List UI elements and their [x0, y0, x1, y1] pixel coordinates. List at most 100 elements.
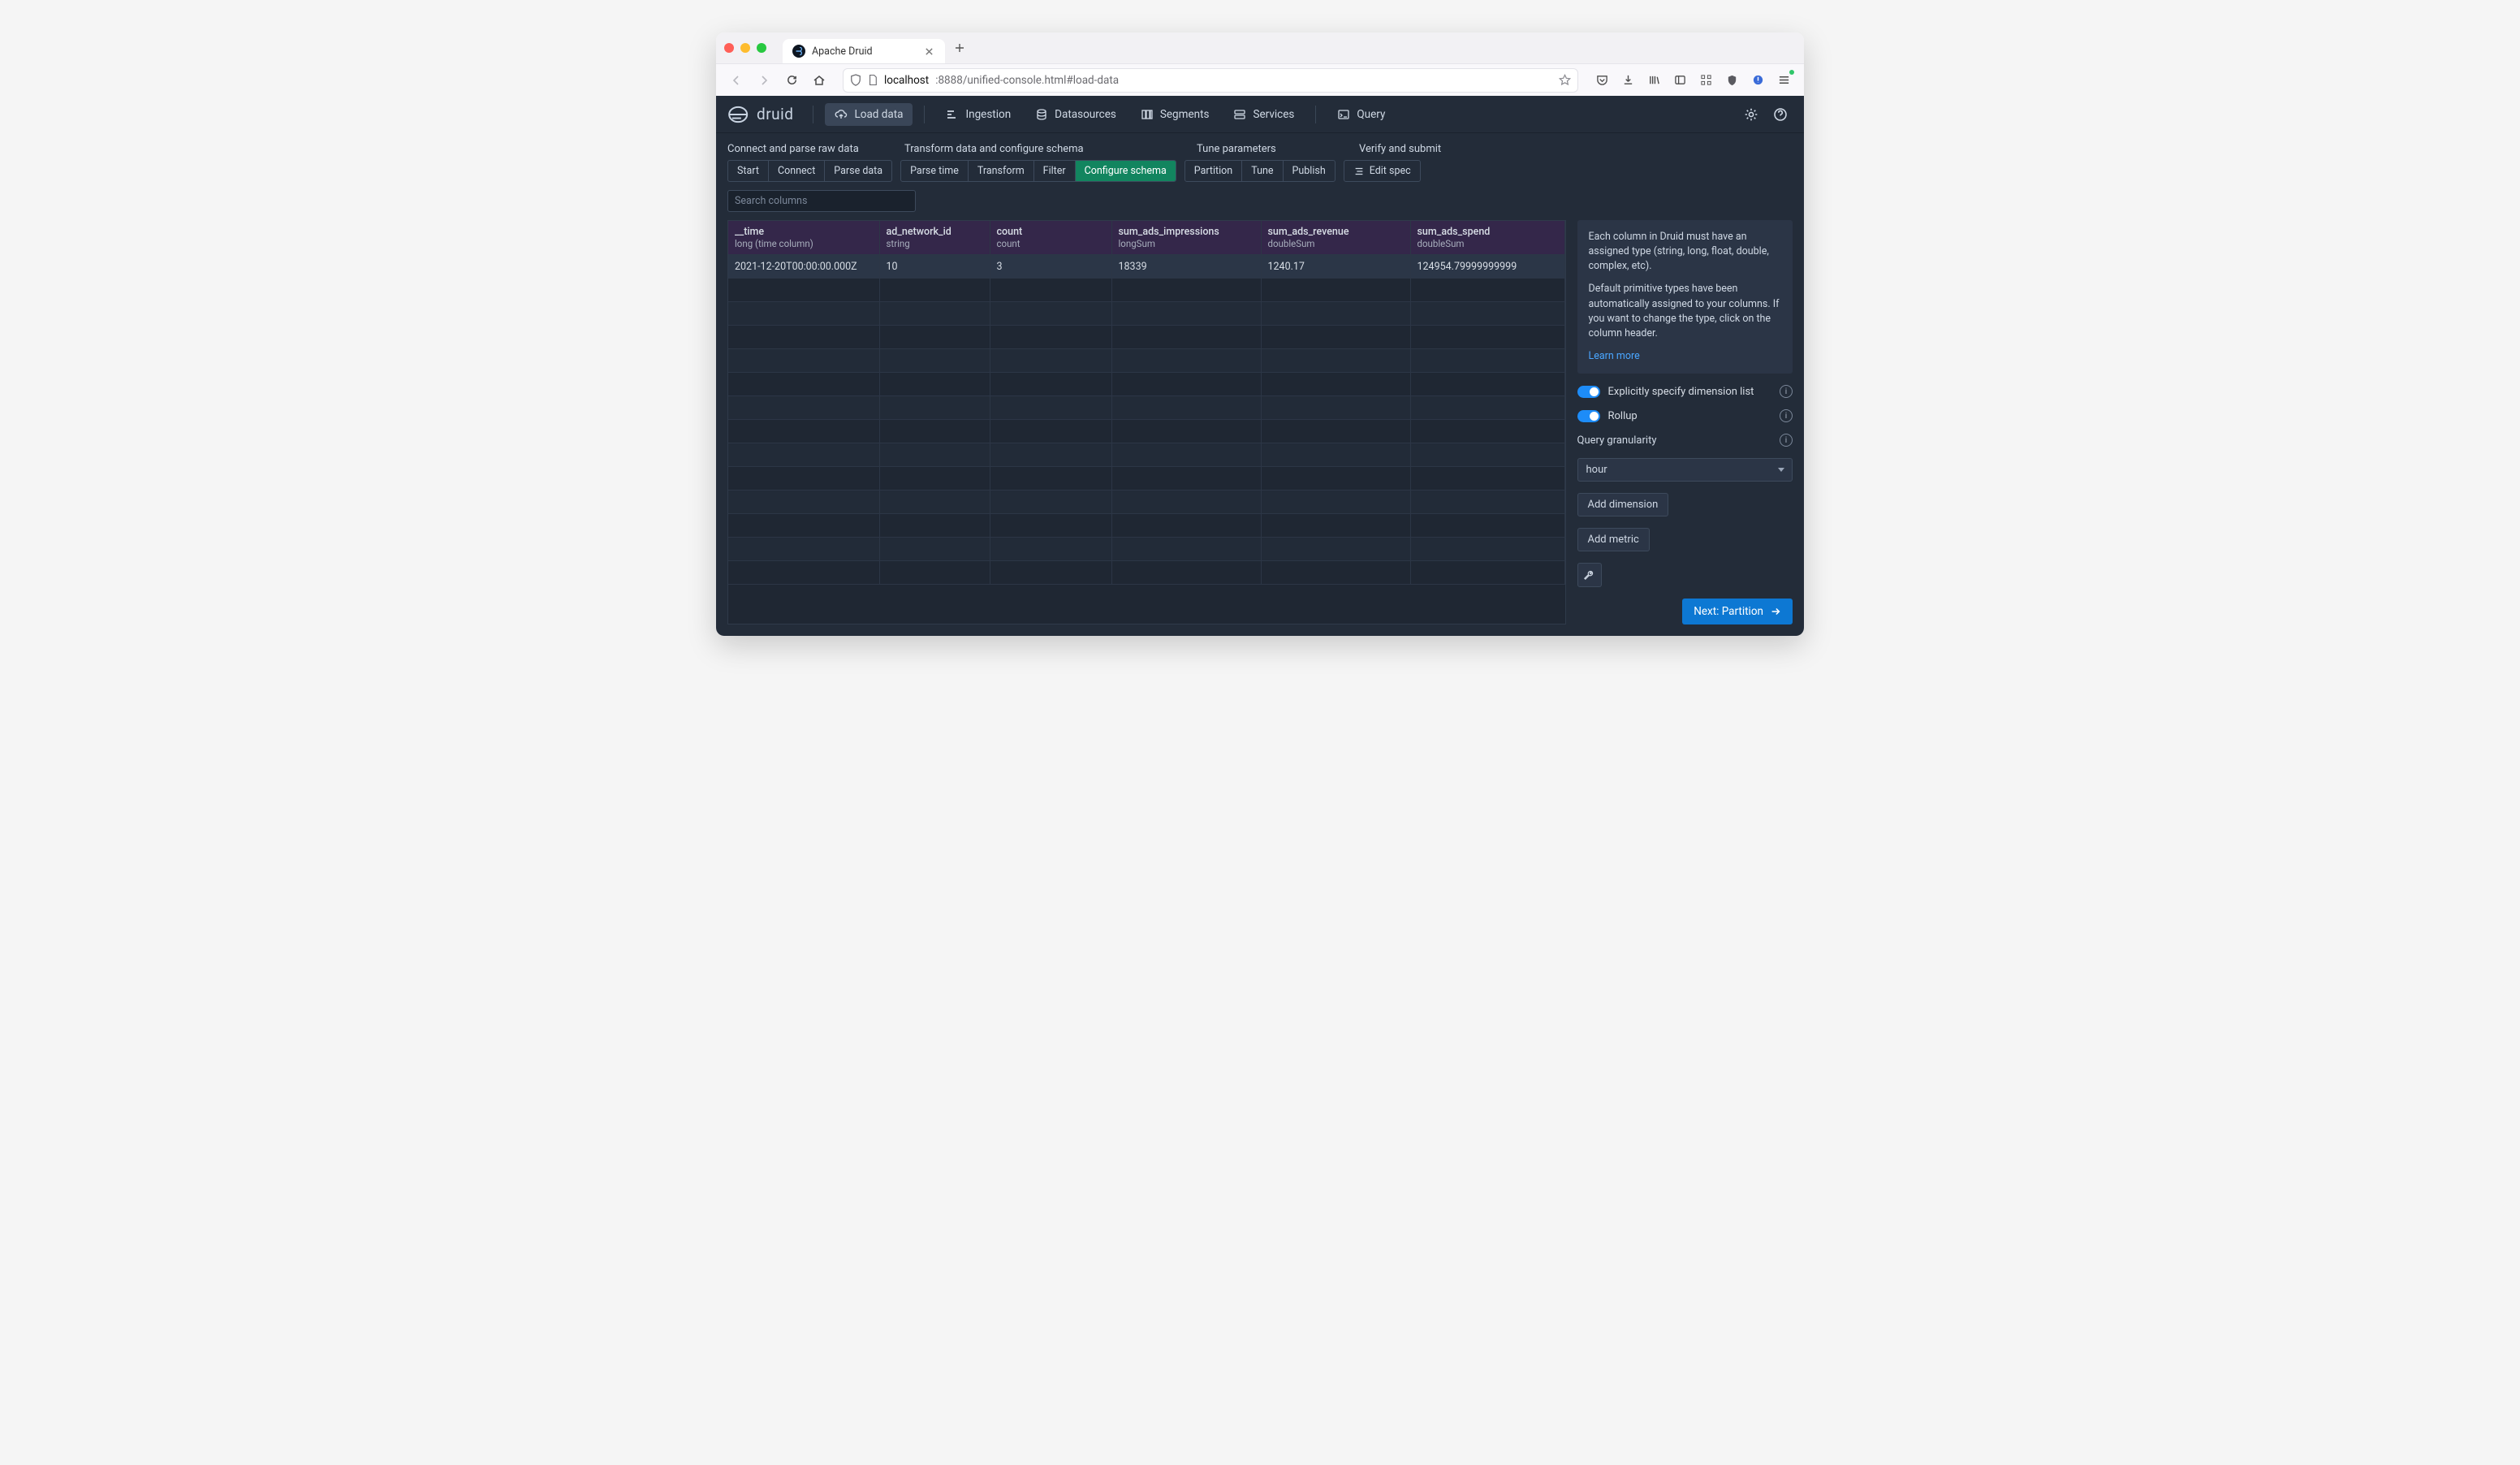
tab-title: Apache Druid — [812, 45, 873, 58]
step-tune[interactable]: Tune — [1242, 161, 1283, 181]
query-granularity-select-wrap: hour — [1577, 458, 1793, 482]
step-group-verify: Edit spec — [1344, 160, 1421, 182]
column-header-revenue[interactable]: sum_ads_revenuedoubleSum — [1261, 221, 1410, 255]
cell-spend: 124954.79999999999 — [1410, 255, 1564, 279]
segments-icon — [1141, 108, 1154, 121]
nav-services[interactable]: Services — [1223, 103, 1304, 126]
arrow-right-icon — [1770, 606, 1781, 617]
schema-table: __timelong (time column) ad_network_idst… — [727, 220, 1566, 624]
back-button[interactable] — [724, 68, 749, 93]
nav-label: Services — [1253, 108, 1294, 121]
nav-load-data[interactable]: Load data — [825, 103, 913, 126]
nav-segments[interactable]: Segments — [1131, 103, 1219, 126]
query-granularity-label-row: Query granularity i — [1577, 434, 1793, 447]
help-icon — [1773, 107, 1788, 122]
table-row-empty — [728, 396, 1564, 420]
info-icon[interactable]: i — [1780, 385, 1793, 398]
druid-logo[interactable]: druid — [727, 105, 793, 123]
nav-label: Query — [1357, 108, 1385, 121]
gantt-icon — [946, 108, 959, 121]
column-header-spend[interactable]: sum_ads_spenddoubleSum — [1410, 221, 1564, 255]
info-icon[interactable]: i — [1780, 409, 1793, 422]
table-row-empty — [728, 467, 1564, 490]
settings-button[interactable] — [1739, 102, 1763, 127]
step-connect[interactable]: Connect — [769, 161, 825, 181]
library-icon[interactable] — [1642, 68, 1666, 93]
step-parse-time[interactable]: Parse time — [901, 161, 969, 181]
nav-query[interactable]: Query — [1327, 103, 1395, 126]
upload-cloud-icon — [835, 108, 848, 121]
toggle-switch[interactable] — [1577, 410, 1600, 422]
extension-grid-icon[interactable] — [1694, 68, 1718, 93]
close-window-icon[interactable] — [724, 43, 734, 53]
add-metric-button[interactable]: Add metric — [1577, 528, 1650, 551]
close-tab-icon[interactable] — [922, 45, 935, 58]
info-text: Default primitive types have been automa… — [1589, 282, 1782, 341]
step-configure-schema[interactable]: Configure schema — [1076, 161, 1176, 181]
cell-time: 2021-12-20T00:00:00.000Z — [728, 255, 879, 279]
window-controls — [724, 43, 766, 53]
nav-label: Ingestion — [965, 108, 1011, 121]
step-filter[interactable]: Filter — [1034, 161, 1076, 181]
tool-button[interactable] — [1577, 563, 1602, 587]
new-tab-button[interactable] — [948, 37, 971, 59]
extension-shield-icon[interactable] — [1720, 68, 1744, 93]
cell-ad-network: 10 — [879, 255, 990, 279]
database-icon — [1035, 108, 1048, 121]
next-label: Next: Partition — [1694, 605, 1763, 618]
home-button[interactable] — [807, 68, 831, 93]
help-button[interactable] — [1768, 102, 1793, 127]
table-row-empty — [728, 420, 1564, 443]
column-header-ad-network[interactable]: ad_network_idstring — [879, 221, 990, 255]
nav-datasources[interactable]: Datasources — [1025, 103, 1126, 126]
search-columns-input[interactable] — [727, 190, 916, 212]
query-granularity-select[interactable]: hour — [1577, 458, 1793, 482]
table-row-empty — [728, 279, 1564, 302]
bookmark-icon[interactable] — [1559, 74, 1571, 86]
table-row-empty — [728, 561, 1564, 585]
table-row-empty — [728, 302, 1564, 326]
downloads-icon[interactable] — [1616, 68, 1640, 93]
info-icon[interactable]: i — [1780, 434, 1793, 447]
wizard-bar: Connect and parse raw data Transform dat… — [716, 133, 1804, 220]
servers-icon — [1233, 108, 1246, 121]
column-header-count[interactable]: countcount — [990, 221, 1111, 255]
nav-ingestion[interactable]: Ingestion — [936, 103, 1021, 126]
step-start[interactable]: Start — [728, 161, 769, 181]
zoom-window-icon[interactable] — [757, 43, 766, 53]
table-row[interactable]: 2021-12-20T00:00:00.000Z 10 3 18339 1240… — [728, 255, 1564, 279]
nav-label: Segments — [1160, 108, 1210, 121]
table-row-empty — [728, 538, 1564, 561]
toggle-explicit-dimensions: Explicitly specify dimension list i — [1577, 385, 1793, 398]
step-group-connect: Start Connect Parse data — [727, 160, 892, 182]
forward-button[interactable] — [752, 68, 776, 93]
table-row-empty — [728, 514, 1564, 538]
query-granularity-label: Query granularity — [1577, 434, 1657, 447]
table-row-empty — [728, 490, 1564, 514]
step-parse-data[interactable]: Parse data — [825, 161, 891, 181]
extension-badge-icon[interactable] — [1745, 68, 1770, 93]
toggle-switch[interactable] — [1577, 386, 1600, 398]
toggle-rollup: Rollup i — [1577, 409, 1793, 422]
url-host: localhost — [884, 74, 929, 87]
minimize-window-icon[interactable] — [740, 43, 750, 53]
next-button[interactable]: Next: Partition — [1682, 599, 1793, 624]
add-dimension-button[interactable]: Add dimension — [1577, 493, 1669, 516]
address-bar[interactable]: localhost:8888/unified-console.html#load… — [843, 68, 1578, 93]
column-header-time[interactable]: __timelong (time column) — [728, 221, 879, 255]
step-edit-spec[interactable]: Edit spec — [1344, 161, 1420, 181]
reload-button[interactable] — [779, 68, 804, 93]
sidebar-toggle-icon[interactable] — [1668, 68, 1692, 93]
hamburger-menu-icon[interactable] — [1771, 68, 1796, 93]
browser-tab[interactable]: Apache Druid — [783, 39, 945, 63]
step-publish[interactable]: Publish — [1284, 161, 1335, 181]
save-to-pocket-icon[interactable] — [1590, 68, 1614, 93]
logo-text: druid — [757, 105, 793, 123]
step-transform[interactable]: Transform — [969, 161, 1034, 181]
browser-titlebar: Apache Druid — [716, 32, 1804, 63]
info-text: Each column in Druid must have an assign… — [1589, 230, 1782, 274]
step-partition[interactable]: Partition — [1185, 161, 1242, 181]
column-header-impressions[interactable]: sum_ads_impressionslongSum — [1111, 221, 1261, 255]
learn-more-link[interactable]: Learn more — [1589, 350, 1640, 362]
wizard-group-label: Transform data and configure schema — [904, 143, 1197, 155]
